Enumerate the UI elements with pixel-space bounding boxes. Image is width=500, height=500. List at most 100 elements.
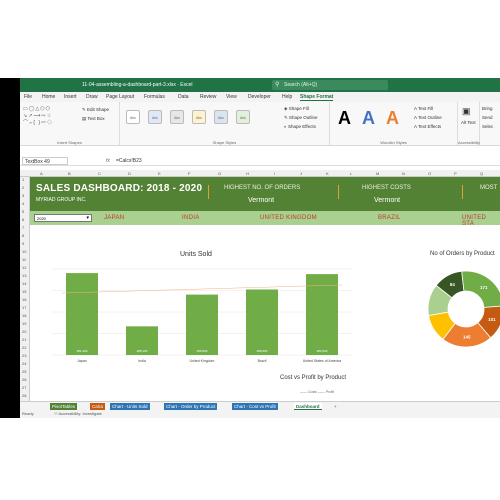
menu-view[interactable]: View xyxy=(226,94,237,100)
column-header[interactable]: C xyxy=(98,171,101,176)
row-header[interactable]: 26 xyxy=(22,377,26,382)
row-header[interactable]: 6 xyxy=(22,217,24,222)
column-header[interactable]: B xyxy=(68,171,71,176)
row-header[interactable]: 12 xyxy=(22,265,26,270)
column-header[interactable]: M xyxy=(376,171,379,176)
row-header[interactable]: 20 xyxy=(22,329,26,334)
row-header[interactable]: 10 xyxy=(22,249,26,254)
fx-icon[interactable]: fx xyxy=(106,158,110,164)
menu-insert[interactable]: Insert xyxy=(64,94,77,100)
row-header[interactable]: 14 xyxy=(22,281,26,286)
style-swatch-4[interactable]: Abc xyxy=(192,110,206,124)
units-sold-chart[interactable]: 381,300 Japan 285,100 India 265,890 United Ki… xyxy=(52,265,352,369)
row-header[interactable]: 28 xyxy=(22,393,26,398)
sheet-tab-dashboard[interactable]: Dashboard xyxy=(294,403,322,410)
column-header[interactable]: P xyxy=(454,171,457,176)
column-header[interactable]: D xyxy=(128,171,131,176)
text-box-button[interactable]: ▤ Text Box xyxy=(82,116,105,122)
row-header[interactable]: 23 xyxy=(22,353,26,358)
row-header[interactable]: 5 xyxy=(22,209,24,214)
accessibility-status-label: Accessibility: Investigate xyxy=(58,411,102,416)
menu-formulas[interactable]: Formulas xyxy=(144,94,165,100)
row-header[interactable]: 9 xyxy=(22,241,24,246)
row-header[interactable]: 4 xyxy=(22,201,24,206)
column-header[interactable]: L xyxy=(350,171,352,176)
menu-developer[interactable]: Developer xyxy=(248,94,271,100)
text-effects-button[interactable]: A Text Effects xyxy=(414,124,441,129)
column-header[interactable]: E xyxy=(158,171,161,176)
wordart-style-orange[interactable]: A xyxy=(386,108,399,129)
sheet-tab-pivottables[interactable]: PivotTables xyxy=(50,403,78,410)
shapes-gallery[interactable]: ▭◯△⬠⬡ ↘↗⟶⇨☆ ⌒⌢{ }▱◇ xyxy=(23,106,79,128)
style-swatch-5[interactable]: Abc xyxy=(214,110,228,124)
dashboard-title[interactable]: SALES DASHBOARD: 2018 - 2020 xyxy=(36,183,202,194)
column-header[interactable]: J xyxy=(300,171,302,176)
row-header[interactable]: 19 xyxy=(22,321,26,326)
style-swatch-2[interactable]: Abc xyxy=(148,110,162,124)
row-header[interactable]: 24 xyxy=(22,361,26,366)
row-header[interactable]: 17 xyxy=(22,305,26,310)
donut-label: 84 xyxy=(450,282,456,287)
menu-review[interactable]: Review xyxy=(200,94,216,100)
row-header[interactable]: 15 xyxy=(22,289,26,294)
search-box[interactable]: ⚲ Search (Alt+Q) xyxy=(272,80,388,90)
text-fill-button[interactable]: A Text Fill xyxy=(414,106,433,111)
menu-data[interactable]: Data xyxy=(178,94,189,100)
wordart-style-blue[interactable]: A xyxy=(362,108,375,129)
edit-shape-button[interactable]: ✎ Edit Shape xyxy=(82,107,109,113)
shape-outline-button[interactable]: ✎ Shape Outline xyxy=(284,115,318,121)
selection-pane-button[interactable]: Selec xyxy=(482,124,493,129)
row-header[interactable]: 25 xyxy=(22,369,26,374)
menu-home[interactable]: Home xyxy=(42,94,55,100)
column-header[interactable]: G xyxy=(218,171,221,176)
column-header[interactable]: K xyxy=(326,171,329,176)
text-outline-button[interactable]: A Text Outline xyxy=(414,115,442,120)
chevron-down-icon[interactable]: ▾ xyxy=(86,215,89,221)
year-dropdown[interactable]: 2020 ▾ xyxy=(34,214,92,222)
menu-shape-format[interactable]: Shape Format xyxy=(300,94,334,101)
bring-forward-button[interactable]: Bring xyxy=(482,106,493,111)
column-header[interactable]: O xyxy=(428,171,431,176)
column-header[interactable]: A xyxy=(40,171,43,176)
column-header[interactable]: N xyxy=(402,171,405,176)
column-header[interactable]: H xyxy=(246,171,249,176)
style-swatch-3[interactable]: Abc xyxy=(170,110,184,124)
row-header[interactable]: 11 xyxy=(22,257,26,262)
name-box[interactable]: TextBox 49 xyxy=(22,157,68,165)
formula-input[interactable]: =Calcs!B23 xyxy=(116,158,142,164)
row-header[interactable]: 27 xyxy=(22,385,26,390)
sheet-tab-order-by-product[interactable]: Chart - Order by Product xyxy=(164,403,218,410)
row-header[interactable]: 7 xyxy=(22,225,24,230)
row-header[interactable]: 16 xyxy=(22,297,26,302)
menu-help[interactable]: Help xyxy=(282,94,292,100)
alt-text-button[interactable]: Alt Text xyxy=(461,120,476,125)
ribbon: ▭◯△⬠⬡ ↘↗⟶⇨☆ ⌒⌢{ }▱◇ ✎ Edit Shape ▤ Text Bo… xyxy=(20,102,500,146)
menu-page-layout[interactable]: Page Layout xyxy=(106,94,134,100)
add-sheet-button[interactable]: + xyxy=(332,403,339,410)
sheet-tab-cost-vs-profit[interactable]: Chart - Cost vs Profit xyxy=(232,403,278,410)
send-backward-button[interactable]: Send xyxy=(482,115,493,120)
row-header[interactable]: 18 xyxy=(22,313,26,318)
row-header[interactable]: 8 xyxy=(22,233,24,238)
sheet-tab-units-sold[interactable]: Chart - Units Sold xyxy=(110,403,150,410)
menu-draw[interactable]: Draw xyxy=(86,94,98,100)
shape-fill-button[interactable]: ◈ Shape Fill xyxy=(284,106,309,112)
wordart-style-black[interactable]: A xyxy=(338,108,351,129)
row-header[interactable]: 3 xyxy=(22,193,24,198)
column-header[interactable]: Q xyxy=(480,171,483,176)
style-swatch-1[interactable]: Abc xyxy=(126,110,140,124)
accessibility-status[interactable]: ⚇ Accessibility: Investigate xyxy=(54,411,102,416)
style-swatch-6[interactable]: Abc xyxy=(236,110,250,124)
shape-effects-button[interactable]: ◐ Shape Effects xyxy=(284,124,316,129)
row-header[interactable]: 1 xyxy=(22,177,24,182)
column-header[interactable]: I xyxy=(274,171,275,176)
row-header[interactable]: 22 xyxy=(22,345,26,350)
sheet-tab-calcs[interactable]: Calcs xyxy=(90,403,106,410)
column-header[interactable]: F xyxy=(188,171,190,176)
row-header[interactable]: 2 xyxy=(22,185,24,190)
text-effects-label: Text Effects xyxy=(417,124,442,129)
menu-file[interactable]: File xyxy=(24,94,32,100)
row-header[interactable]: 13 xyxy=(22,273,26,278)
orders-donut-chart[interactable]: 84 171 101 145 xyxy=(426,269,500,349)
row-header[interactable]: 21 xyxy=(22,337,26,342)
